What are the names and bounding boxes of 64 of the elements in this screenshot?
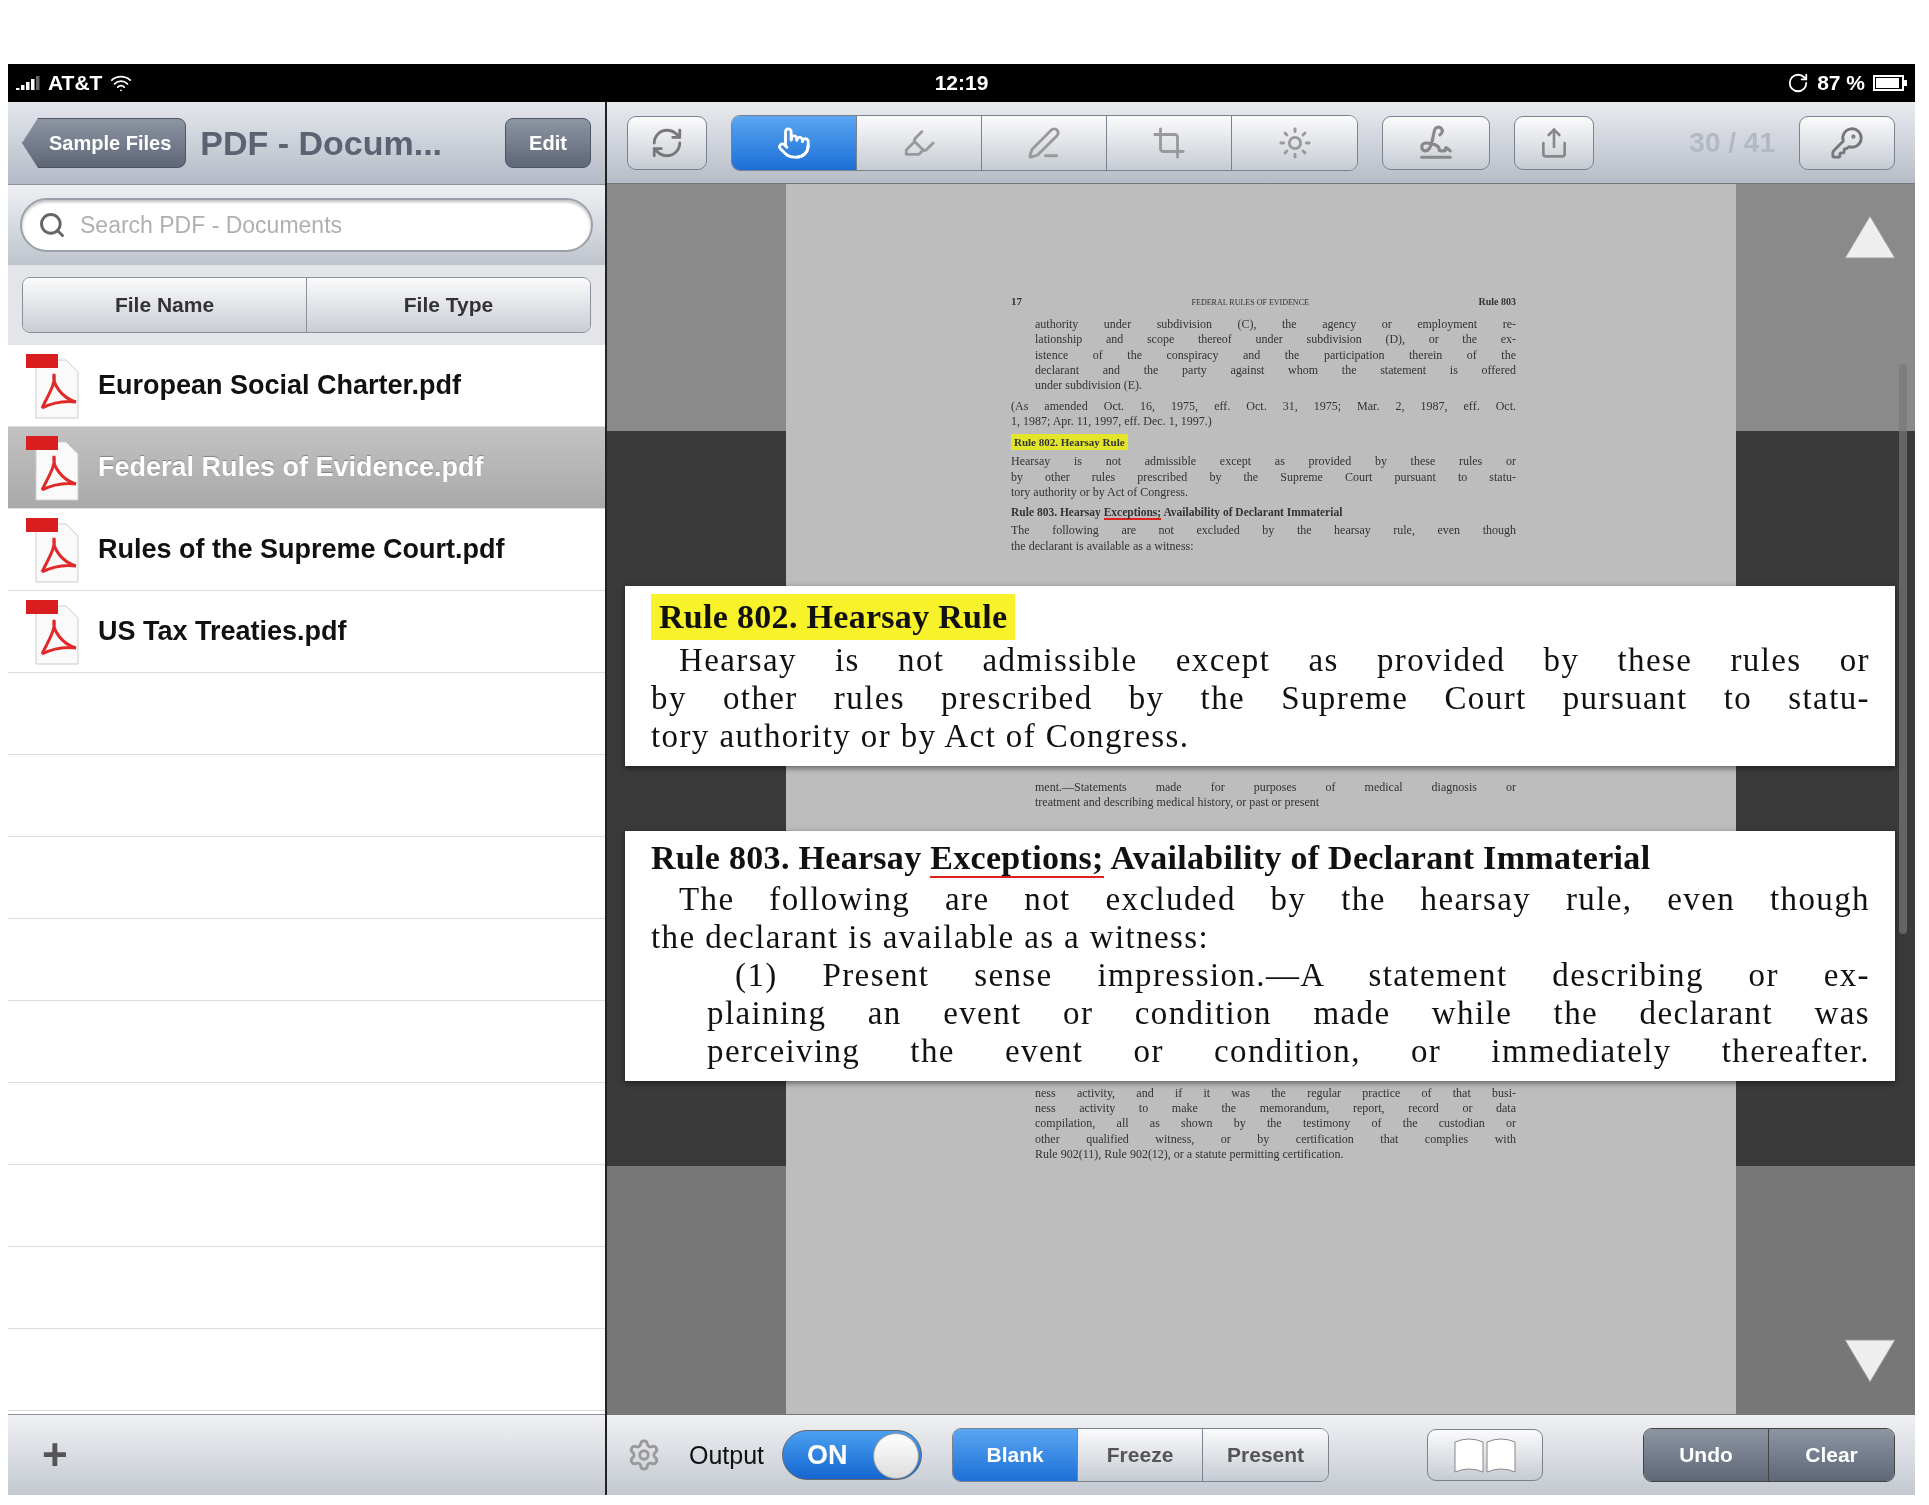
signal-icon [16, 76, 40, 90]
tool-button[interactable] [982, 115, 1107, 170]
pen-icon [1027, 125, 1061, 160]
refresh-button[interactable] [627, 115, 707, 170]
page-paragraph: ment.—Statements made for purposes of medical diagnosis or treatment and describing medical history, or past or present [1035, 779, 1516, 811]
action-button[interactable]: Undo [1644, 1429, 1769, 1481]
page-paragraph: (As amended Oct. 16, 1975, eff. Oct. 31, 1975; Mar. 2, 1987, eff. Oct. 1, 1987; Apr. 11, 1997, eff. Dec. 1, 1997.) [1011, 398, 1516, 430]
mode-button[interactable]: Blank [953, 1429, 1079, 1481]
search-field[interactable]: Search PDF - Documents [20, 198, 593, 252]
magnified-heading: Rule 802. Hearsay Rule [651, 594, 1016, 640]
nav-title: PDF - Docum... [200, 123, 444, 163]
file-name: European Social Charter.pdf [98, 370, 462, 401]
page-heading: Rule 803. Hearsay Exceptions; Availability of Declarant Immaterial [1011, 505, 1344, 521]
sun-icon [1277, 125, 1312, 160]
output-toggle[interactable]: ON [782, 1430, 923, 1480]
file-name: Federal Rules of Evidence.pdf [98, 452, 484, 483]
search-icon [38, 211, 66, 239]
page-number: 17 [1011, 294, 1022, 309]
magnified-paragraph: The following are not excluded by the hearsay rule, even though the declarant is available as a witness: [651, 881, 1870, 957]
file-name: Rules of the Supreme Court.pdf [98, 534, 505, 565]
battery-percent: 87 % [1817, 71, 1865, 95]
action-button[interactable]: Clear [1769, 1429, 1894, 1481]
pdf-file-icon [26, 433, 80, 502]
pdf-file-icon [26, 515, 80, 584]
add-button[interactable]: + [34, 1433, 76, 1477]
tool-button[interactable] [732, 115, 857, 170]
page-paragraph: ness activity, and if it was the regular practice of that busi- ness activity to make the memorandum, report, record or data compilation, all as shown by the testimony of the custodian or other qualified witness, or by certification that complies with Rule 902(11), Rule 902(12), or a statute permitting certification. [1035, 1085, 1516, 1163]
scroll-up-icon[interactable] [1843, 214, 1897, 260]
settings-icon[interactable] [627, 1438, 661, 1472]
page-paragraph: The following are not excluded by the hearsay rule, even though the declarant is available as a witness: [1011, 523, 1516, 554]
mode-button[interactable]: Present [1203, 1429, 1329, 1481]
pdf-file-icon [26, 351, 80, 420]
file-name: US Tax Treaties.pdf [98, 616, 347, 647]
sort-tab[interactable]: File Name [23, 278, 307, 332]
clock-time: 12:19 [934, 71, 989, 95]
page-paragraph: Hearsay is not admissible except as provided by these rules or by other rules prescribed by the Supreme Court pursuant to statu- tory authority or by Act of Congress. [1011, 454, 1516, 501]
signature-button[interactable] [1382, 115, 1490, 170]
tool-button[interactable] [1107, 115, 1232, 170]
running-head: FEDERAL RULES OF EVIDENCE [1191, 298, 1309, 309]
share-button[interactable] [1514, 115, 1594, 170]
battery-icon [1873, 75, 1907, 91]
pdf-file-icon [26, 597, 80, 666]
signature-icon [1417, 123, 1455, 162]
carrier-name: AT&T [48, 71, 103, 95]
page-layout-button[interactable] [1427, 1429, 1544, 1481]
back-button[interactable]: Sample Files [22, 118, 187, 168]
highlighted-heading: Rule 802. Hearsay Rule [1011, 434, 1128, 451]
scroll-down-icon[interactable] [1843, 1338, 1897, 1384]
tool-button[interactable] [1232, 115, 1357, 170]
page-paragraph: authority under subdivision (C), the agency or employment re- lationship and scope thereof under subdivision (D), or the ex- istence of the conspiracy and the participation therein of the declarant and the party against whom the statement is offered under subdivision (E). [1035, 316, 1516, 394]
pointing-hand-icon [777, 125, 811, 160]
tool-button[interactable] [857, 115, 982, 170]
key-icon [1830, 125, 1864, 160]
magnified-paragraph: Hearsay is not admissible except as provided by these rules or by other rules prescribed by the Supreme Court pursuant to statu- tory authority or by Act of Congress. [651, 642, 1870, 756]
sort-tab[interactable]: File Type [307, 278, 590, 332]
output-label: Output [689, 1440, 765, 1470]
magnified-paragraph: (1) Present sense impression.—A statement describing or ex- plaining an event or condition made while the declarant was perceiving the event or condition, or immediately thereafter. [707, 956, 1870, 1071]
magnified-heading: Rule 803. Hearsay Exceptions; Availability of Declarant Immaterial [651, 839, 1652, 877]
crop-icon [1152, 125, 1186, 160]
key-button[interactable] [1799, 115, 1895, 170]
edit-button[interactable]: Edit [505, 118, 591, 168]
rule-reference: Rule 803 [1478, 296, 1516, 309]
two-pages-icon [1453, 1436, 1518, 1474]
mode-button[interactable]: Freeze [1078, 1429, 1204, 1481]
